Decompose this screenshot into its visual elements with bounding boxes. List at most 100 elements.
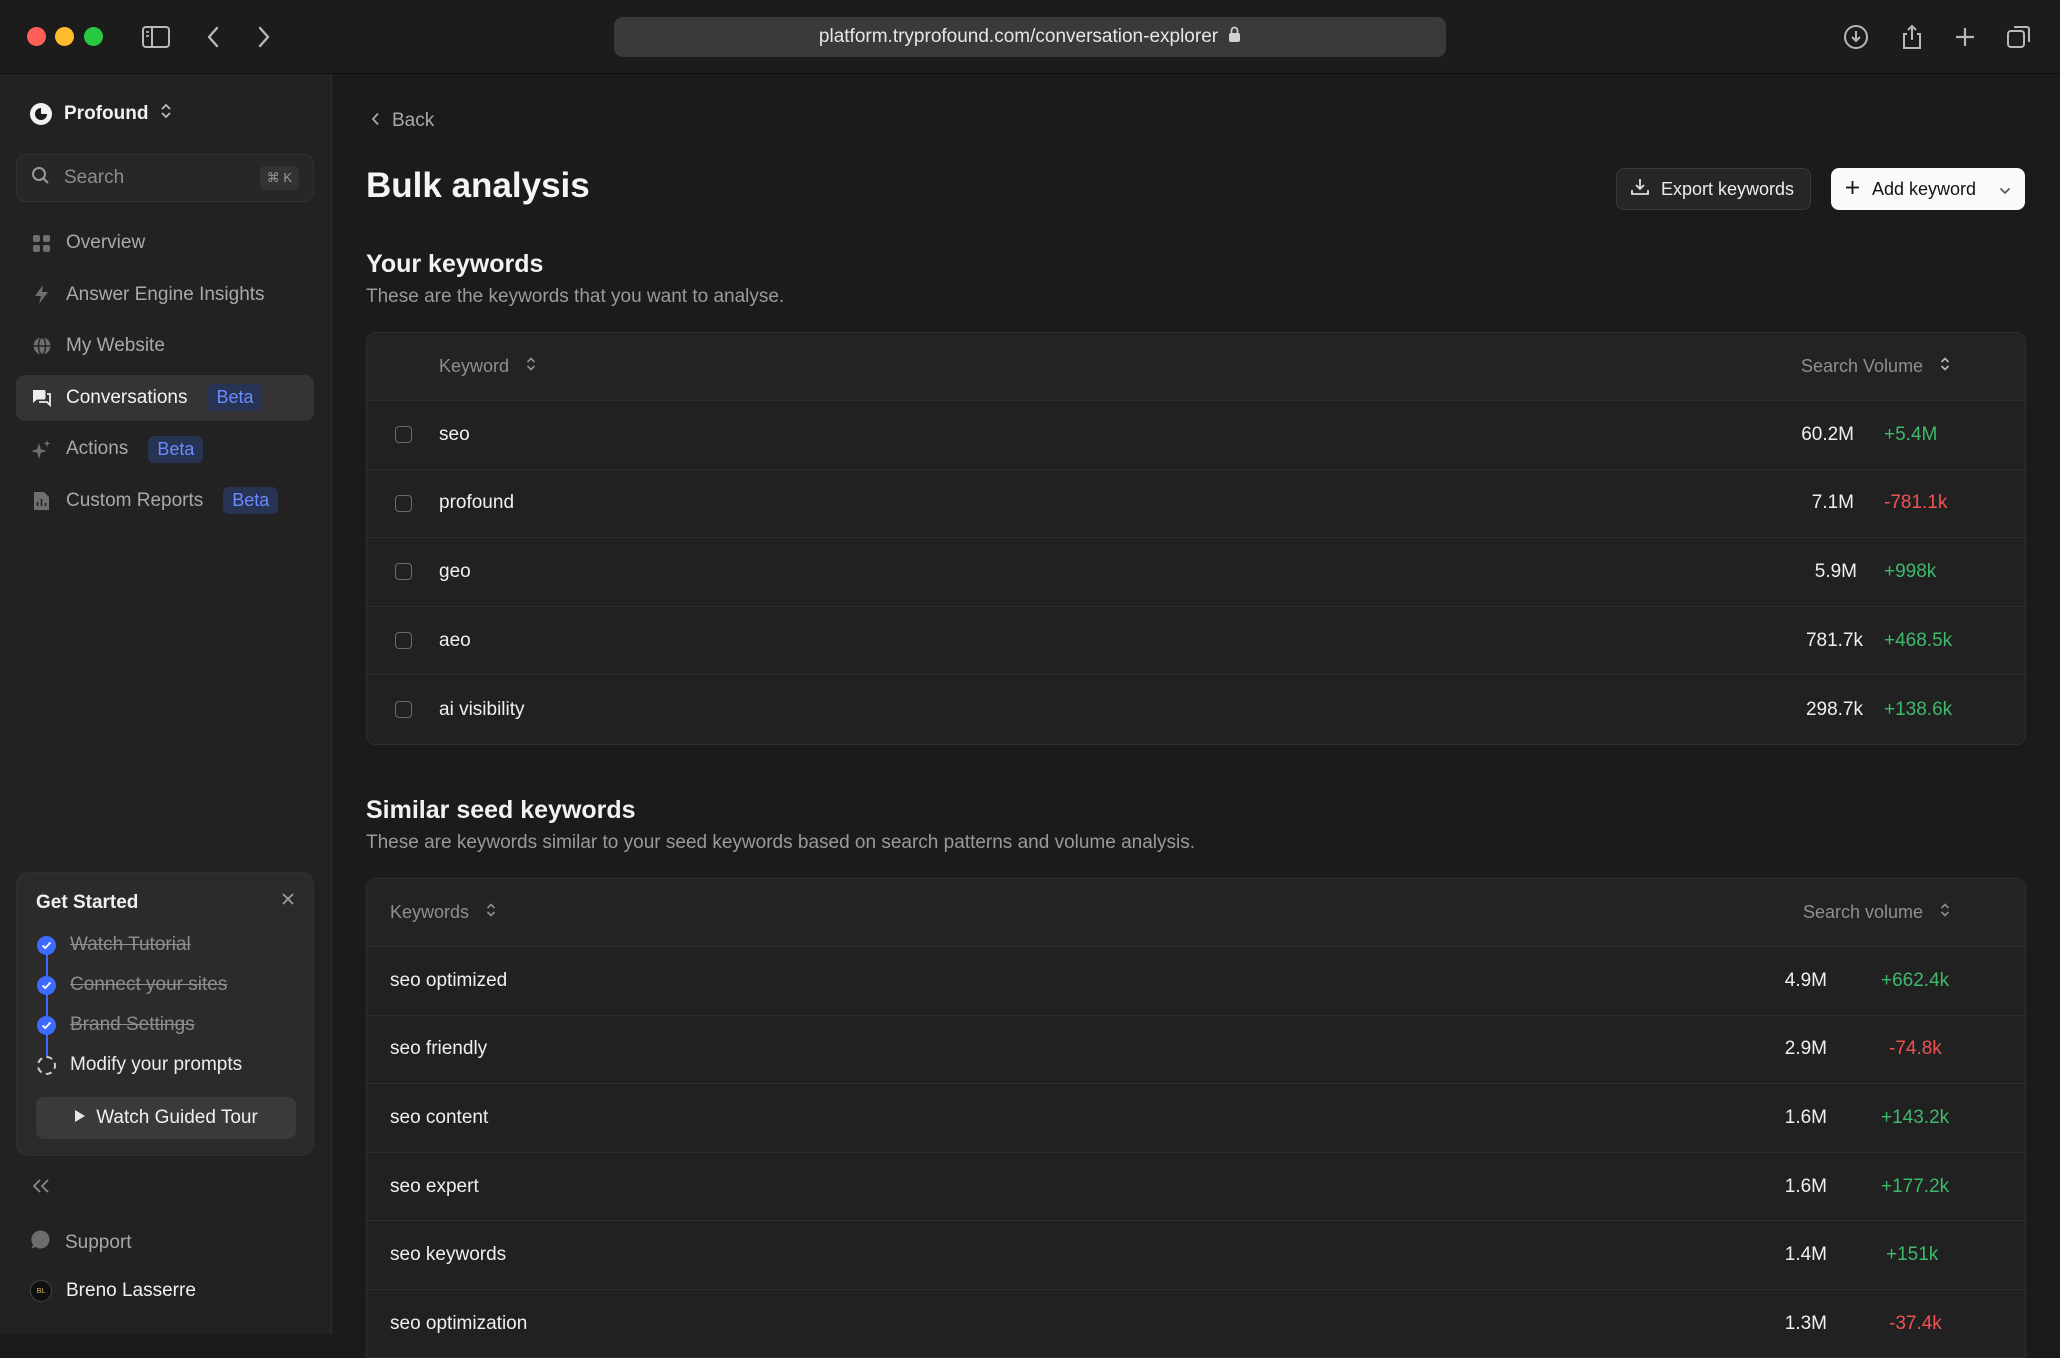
share-icon[interactable]	[1897, 22, 1927, 52]
sort-icon	[526, 356, 536, 377]
table-row[interactable]: seo expert 1.6M +177.2k	[367, 1153, 2025, 1222]
row-checkbox[interactable]	[395, 426, 412, 444]
bolt-icon	[31, 284, 52, 305]
volume-cell: 7.1M	[1811, 492, 1854, 514]
new-tab-icon[interactable]	[1950, 22, 1980, 52]
support-link[interactable]: Support	[30, 1229, 132, 1256]
step-label: Brand Settings	[70, 1014, 195, 1035]
similar-keywords-title: Similar seed keywords	[366, 796, 636, 824]
watch-guided-tour-button[interactable]: Watch Guided Tour	[36, 1097, 296, 1139]
url-text: platform.tryprofound.com/conversation-ex…	[818, 26, 1219, 47]
minimize-window-button[interactable]	[55, 27, 74, 46]
keyword-cell: ai visibility	[439, 698, 525, 720]
column-label: Keywords	[390, 901, 470, 922]
table-row[interactable]: aeo 781.7k +468.5k	[367, 607, 2025, 676]
row-checkbox[interactable]	[395, 701, 412, 719]
keyword-cell: seo keywords	[390, 1244, 507, 1266]
keyword-cell: seo content	[390, 1106, 489, 1128]
delta-cell: -781.1k	[1884, 492, 1948, 514]
add-keyword-button[interactable]: Add keyword	[1831, 168, 2025, 210]
close-window-button[interactable]	[27, 27, 46, 46]
collapse-sidebar-icon[interactable]	[32, 1174, 50, 1200]
sidebar-item-custom-reports[interactable]: Custom Reports Beta	[16, 478, 314, 524]
tab-overview-icon[interactable]	[2004, 22, 2034, 52]
back-label: Back	[392, 110, 435, 131]
keywords-column-header[interactable]: Keywords	[390, 902, 496, 924]
step-label: Watch Tutorial	[70, 934, 191, 955]
org-switcher[interactable]: Profound	[30, 102, 172, 126]
keyword-column-header[interactable]: Keyword	[439, 356, 536, 378]
sidebar: Profound Search ⌘ K Overview Answer Engi…	[0, 74, 332, 1334]
sidebar-item-label: Conversations	[66, 386, 188, 408]
keyword-cell: geo	[439, 560, 471, 582]
volume-cell: 1.6M	[1784, 1106, 1827, 1128]
sort-icon	[1940, 902, 1950, 923]
globe-icon	[31, 336, 52, 357]
sidebar-item-conversations[interactable]: Conversations Beta	[16, 374, 314, 421]
sidebar-item-label: Custom Reports	[66, 489, 204, 511]
export-label: Export keywords	[1661, 178, 1795, 199]
back-arrow-icon[interactable]	[198, 22, 228, 52]
avatar: BL	[30, 1280, 52, 1302]
sidebar-item-answer-engine-insights[interactable]: Answer Engine Insights	[16, 272, 314, 318]
sidebar-item-actions[interactable]: Actions Beta	[16, 426, 314, 472]
table-row[interactable]: seo 60.2M +5.4M	[367, 401, 2025, 470]
close-icon[interactable]	[281, 892, 295, 911]
table-row[interactable]: geo 5.9M +998k	[367, 538, 2025, 607]
sidebar-toggle-icon[interactable]	[141, 22, 171, 52]
row-checkbox[interactable]	[395, 494, 412, 512]
table-row[interactable]: seo optimization 1.3M -37.4k	[367, 1290, 2025, 1357]
export-keywords-button[interactable]: Export keywords	[1616, 168, 1811, 210]
table-row[interactable]: profound 7.1M -781.1k	[367, 470, 2025, 539]
volume-cell: 1.3M	[1784, 1313, 1827, 1335]
chat-icon	[31, 387, 52, 408]
table-row[interactable]: seo optimized 4.9M +662.4k	[367, 947, 2025, 1016]
table-row[interactable]: seo keywords 1.4M +151k	[367, 1221, 2025, 1290]
delta-cell: +151k	[1886, 1244, 1939, 1266]
report-icon	[31, 490, 52, 511]
onboarding-step-brand-settings[interactable]: Brand Settings	[37, 1005, 297, 1056]
back-link[interactable]: Back	[371, 110, 434, 132]
zoom-window-button[interactable]	[84, 27, 103, 46]
onboarding-step-modify-your-prompts[interactable]: Modify your prompts	[37, 1045, 297, 1085]
check-circle-icon	[37, 975, 56, 995]
onboarding-step-watch-tutorial[interactable]: Watch Tutorial	[37, 925, 297, 976]
table-row[interactable]: ai visibility 298.7k +138.6k	[367, 675, 2025, 744]
add-label: Add keyword	[1872, 178, 1977, 199]
main-content: Back Bulk analysis Export keywords Add k…	[333, 74, 2060, 1358]
get-started-title: Get Started	[36, 892, 139, 913]
address-bar[interactable]: platform.tryprofound.com/conversation-ex…	[614, 17, 1446, 57]
chevron-down-icon	[1999, 179, 2011, 200]
search-volume-column-header[interactable]: Search volume	[1803, 902, 1950, 924]
row-checkbox[interactable]	[395, 632, 412, 650]
sparkle-icon	[31, 439, 52, 460]
sidebar-item-overview[interactable]: Overview	[16, 220, 314, 266]
beta-badge: Beta	[148, 435, 204, 463]
column-label: Keyword	[439, 355, 510, 376]
get-started-card: Get Started Watch Tutorial Connect your …	[16, 872, 314, 1156]
your-keywords-table: Keyword Search Volume seo 60.2M +5.4M pr…	[366, 332, 2026, 745]
download-icon[interactable]	[1841, 22, 1871, 52]
similar-keywords-table: Keywords Search volume seo optimized 4.9…	[366, 878, 2026, 1358]
chevron-up-down-icon	[160, 102, 172, 126]
onboarding-step-connect-your-sites[interactable]: Connect your sites	[37, 965, 297, 1016]
row-checkbox[interactable]	[395, 563, 412, 581]
support-chat-icon	[30, 1229, 51, 1256]
table-row[interactable]: seo content 1.6M +143.2k	[367, 1084, 2025, 1153]
forward-arrow-icon[interactable]	[249, 22, 279, 52]
search-volume-column-header[interactable]: Search Volume	[1801, 356, 1950, 378]
beta-badge: Beta	[223, 487, 279, 514]
delta-cell: -74.8k	[1889, 1038, 1942, 1060]
table-row[interactable]: seo friendly 2.9M -74.8k	[367, 1016, 2025, 1085]
search-placeholder: Search	[64, 167, 125, 188]
search-input[interactable]: Search ⌘ K	[16, 154, 314, 202]
volume-cell: 1.4M	[1784, 1244, 1827, 1266]
volume-cell: 1.6M	[1784, 1175, 1827, 1197]
sidebar-item-my-website[interactable]: My Website	[16, 323, 314, 369]
volume-cell: 298.7k	[1805, 698, 1863, 720]
volume-cell: 4.9M	[1784, 969, 1827, 991]
user-menu[interactable]: BL Breno Lasserre	[30, 1280, 196, 1302]
your-keywords-subtitle: These are the keywords that you want to …	[366, 286, 785, 307]
step-label: Modify your prompts	[70, 1054, 243, 1075]
keyword-cell: aeo	[439, 629, 471, 651]
